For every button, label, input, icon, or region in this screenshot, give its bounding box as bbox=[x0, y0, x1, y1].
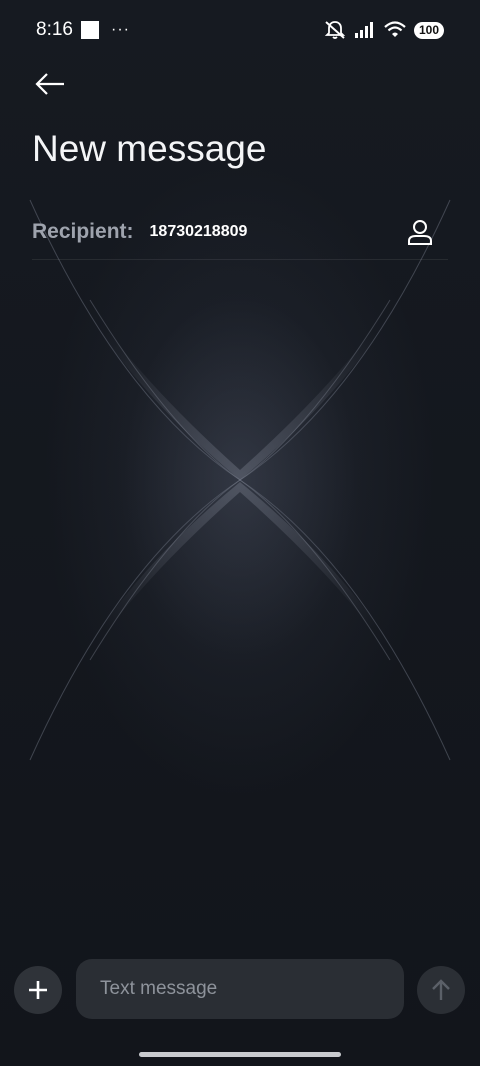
select-contact-button[interactable] bbox=[402, 214, 438, 250]
status-bar: 8:16 ··· 100 bbox=[0, 0, 480, 60]
arrow-left-icon bbox=[35, 73, 64, 95]
notification-square-icon bbox=[80, 21, 99, 39]
arrow-up-icon bbox=[432, 979, 450, 1000]
status-left: 8:16 ··· bbox=[36, 19, 130, 41]
battery-icon: 100 bbox=[413, 21, 444, 39]
message-input[interactable] bbox=[100, 978, 390, 1000]
wifi-icon bbox=[384, 21, 406, 37]
recipient-number-chip[interactable]: 18730218809 bbox=[150, 223, 248, 241]
send-button[interactable] bbox=[417, 966, 465, 1014]
recipient-row[interactable]: Recipient: 18730218809 bbox=[32, 204, 448, 260]
status-right: 100 bbox=[324, 20, 444, 40]
back-button[interactable] bbox=[30, 66, 70, 102]
home-indicator[interactable] bbox=[139, 1052, 341, 1057]
plus-icon bbox=[29, 981, 47, 999]
recipient-label: Recipient: bbox=[32, 219, 134, 243]
person-icon bbox=[408, 220, 432, 245]
more-notifications-icon: ··· bbox=[110, 21, 130, 38]
page-title: New message bbox=[32, 128, 267, 169]
signal-icon bbox=[354, 22, 373, 38]
add-attachment-button[interactable] bbox=[14, 966, 62, 1014]
message-field[interactable] bbox=[76, 959, 404, 1019]
bell-muted-icon bbox=[324, 21, 346, 39]
status-time: 8:16 bbox=[36, 19, 73, 40]
